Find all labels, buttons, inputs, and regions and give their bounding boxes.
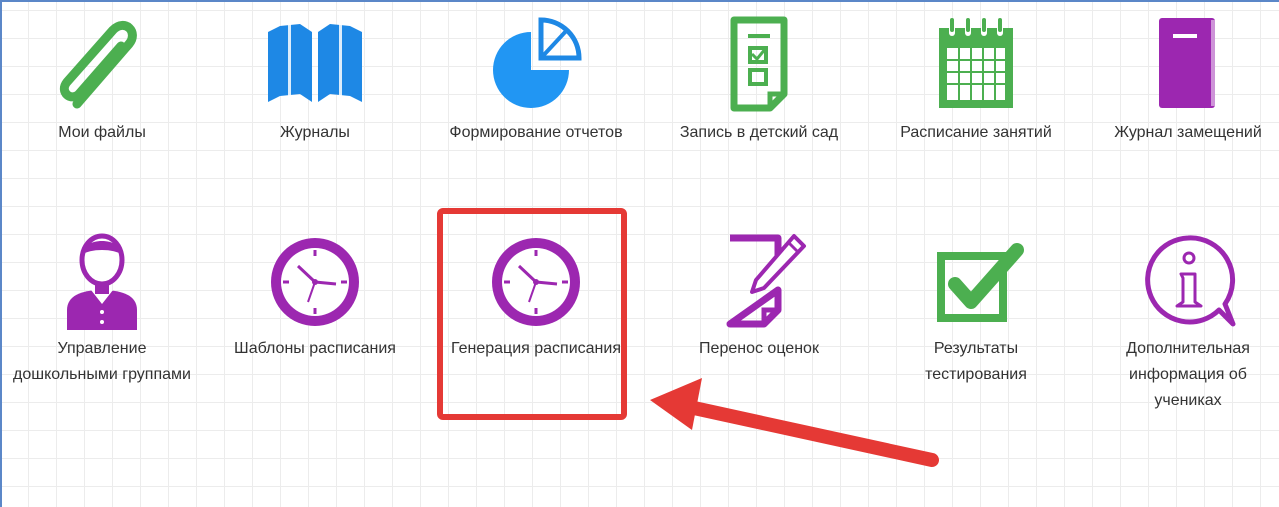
tile-reports[interactable]: Формирование отчетов [436, 14, 636, 146]
tile-label: Формирование отчетов [449, 124, 623, 141]
tile-test-results[interactable]: Результаты тестирования [876, 230, 1076, 388]
tile-schedule-generation[interactable]: Генерация расписания [436, 230, 636, 362]
tile-label: Генерация расписания [451, 340, 621, 357]
clock-icon [471, 230, 601, 330]
clipboard-checklist-icon [694, 14, 824, 114]
tile-label: Журналы [280, 124, 350, 141]
notebook-icon [1123, 14, 1253, 114]
pie-chart-icon [471, 14, 601, 114]
tile-journals[interactable]: Журналы [215, 14, 415, 146]
tile-grade-transfer[interactable]: Перенос оценок [659, 230, 859, 362]
tile-label: Запись в детский сад [679, 124, 839, 141]
checkbox-icon [911, 230, 1041, 330]
tile-label: Шаблоны расписания [234, 340, 396, 357]
person-icon [37, 230, 167, 330]
calendar-icon [911, 14, 1041, 114]
tile-substitution-journal[interactable]: Журнал замещений [1088, 14, 1279, 146]
tile-label: Журнал замещений [1114, 124, 1262, 141]
info-bubble-icon [1123, 230, 1253, 330]
tile-label: Дополнительная информация об учениках [1126, 340, 1250, 409]
paperclip-icon [37, 14, 167, 114]
clock-icon [250, 230, 380, 330]
tile-class-schedule[interactable]: Расписание занятий [876, 14, 1076, 146]
tile-schedule-templates[interactable]: Шаблоны расписания [215, 230, 415, 362]
tile-label: Расписание занятий [900, 124, 1052, 141]
document-pencil-icon [694, 230, 824, 330]
tile-label: Результаты тестирования [925, 340, 1027, 383]
tile-my-files[interactable]: Мои файлы [2, 14, 202, 146]
tile-label: Мои файлы [58, 124, 146, 141]
tile-label: Перенос оценок [699, 340, 819, 357]
tile-preschool-groups[interactable]: Управление дошкольными группами [2, 230, 202, 388]
dashboard-grid: Мои файлы Журналы Формирование отчетов З… [0, 0, 1279, 507]
tile-additional-student-info[interactable]: Дополнительная информация об учениках [1088, 230, 1279, 414]
book-icon [250, 14, 380, 114]
tile-label: Управление дошкольными группами [13, 340, 191, 383]
tile-kindergarten-enrollment[interactable]: Запись в детский сад [659, 14, 859, 146]
